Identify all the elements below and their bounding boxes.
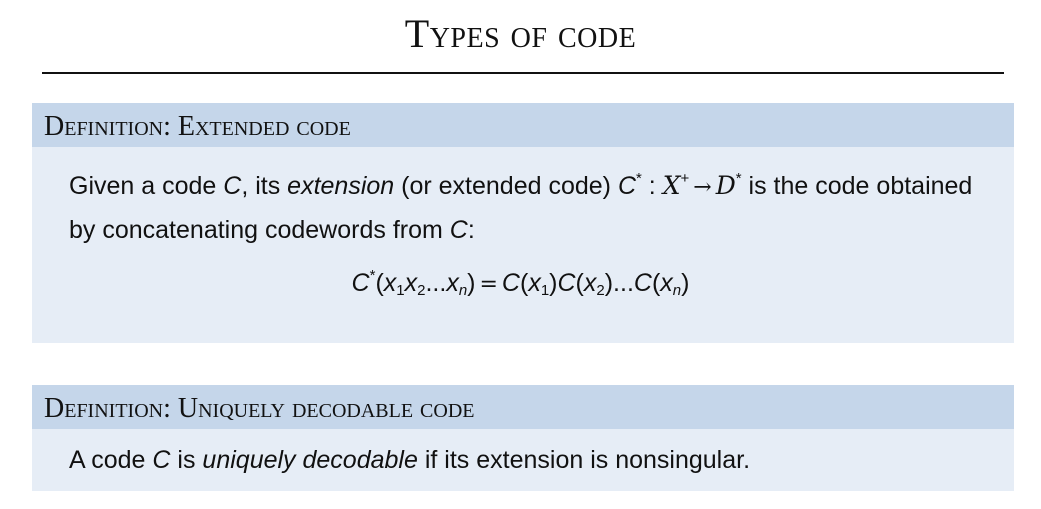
definition-header-uniquely-decodable-code: Definition: Uniquely decodable code [32,385,1014,429]
math-C: C [152,446,171,474]
definition-block-uniquely-decodable-code: Definition: Uniquely decodable code A co… [32,385,1014,491]
definition-block-extended-code: Definition: Extended code Given a code C… [32,103,1014,343]
definition-header-extended-code: Definition: Extended code [32,103,1014,147]
term-uniquely-decodable: uniquely decodable [202,446,418,474]
math-calligraphic-D: D [715,171,736,200]
math-arrow: → [693,175,712,200]
display-equation-extension: C*(x1x2...xn) = C(x1)C(x2)...C(xn) [351,267,690,299]
term-extension: extension [287,172,395,200]
title-rule [42,72,1004,74]
slide-title: Types of code [404,11,637,56]
definition-body-uniquely-decodable-code: A code C is uniquely decodable if its ex… [32,429,1014,491]
math-C: C [449,216,468,244]
math-calligraphic-X: X [662,171,681,200]
math-equals: = [479,272,498,297]
definition-text-extended-code: Given a code C, its extension (or extend… [69,170,973,244]
math-C: C [223,172,242,200]
math-C-star: C [617,172,637,200]
definition-text-uniquely-decodable-code: A code C is uniquely decodable if its ex… [69,446,751,474]
definition-body-extended-code: Given a code C, its extension (or extend… [32,147,1014,343]
